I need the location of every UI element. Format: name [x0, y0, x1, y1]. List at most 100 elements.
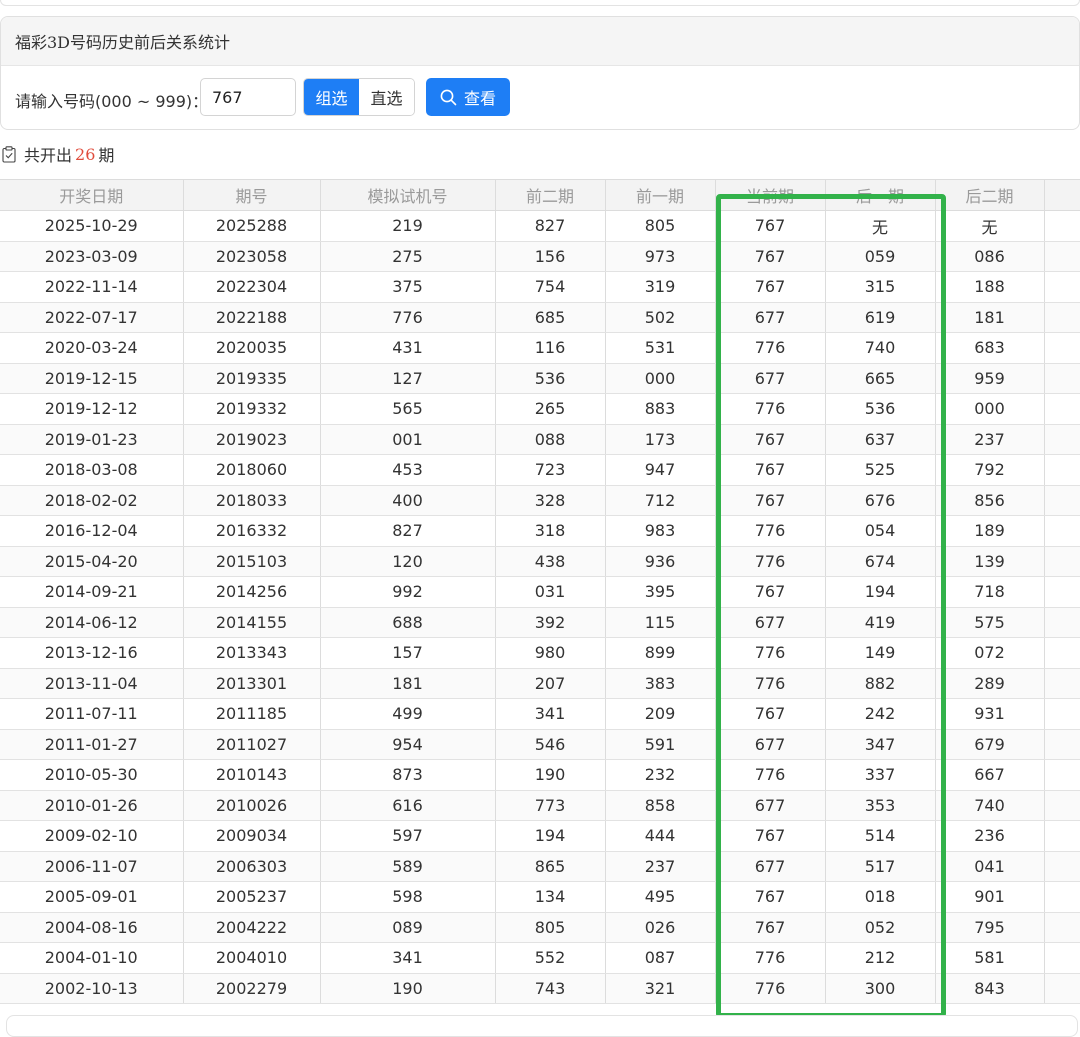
table-cell-overflow	[1044, 210, 1080, 242]
table-cell: 589	[320, 851, 496, 882]
table-row: 2013-12-16 2013343 157 980 899 776 149 072	[0, 637, 1080, 669]
col-header-draw-date[interactable]: 开奖日期	[0, 179, 184, 211]
table-cell: 776	[715, 973, 826, 1004]
table-cell: 321	[605, 973, 716, 1004]
table-cell: 120	[320, 546, 496, 577]
next-card-edge	[6, 1015, 1078, 1037]
table-cell: 054	[825, 515, 936, 547]
table-row: 2022-11-14 2022304 375 754 319 767 315 188	[0, 271, 1080, 303]
table-cell: 973	[605, 241, 716, 272]
table-cell: 2022-07-17	[0, 302, 184, 333]
table-cell: 591	[605, 729, 716, 760]
table-cell: 289	[935, 668, 1045, 699]
table-cell: 2014155	[183, 607, 321, 638]
direct-select-button[interactable]: 直选	[359, 79, 414, 115]
table-cell-overflow	[1044, 729, 1080, 760]
table-cell: 776	[320, 302, 496, 333]
table-cell: 674	[825, 546, 936, 577]
table-row: 2010-05-30 2010143 873 190 232 776 337 667	[0, 759, 1080, 791]
table-cell-overflow	[1044, 759, 1080, 791]
table-cell-overflow	[1044, 942, 1080, 974]
table-cell: 2023-03-09	[0, 241, 184, 272]
table-cell: 2018-03-08	[0, 454, 184, 486]
table-cell: 581	[935, 942, 1045, 974]
table-cell: 665	[825, 363, 936, 394]
table-row: 2011-07-11 2011185 499 341 209 767 242 931	[0, 698, 1080, 730]
table-cell-overflow	[1044, 454, 1080, 486]
table-cell: 2022304	[183, 271, 321, 303]
table-cell: 514	[825, 820, 936, 852]
table-cell: 237	[605, 851, 716, 882]
table-cell: 776	[715, 759, 826, 791]
table-cell: 776	[715, 942, 826, 974]
table-header-row: 开奖日期 期号 模拟试机号 前二期 前一期 当前期 后一期 后二期	[0, 179, 1080, 211]
col-header-test-number[interactable]: 模拟试机号	[320, 179, 496, 211]
table-row: 2014-06-12 2014155 688 392 115 677 419 575	[0, 607, 1080, 638]
table-cell: 677	[715, 607, 826, 638]
table-cell: 347	[825, 729, 936, 760]
table-cell: 2004010	[183, 942, 321, 974]
table-cell: 2013-12-16	[0, 637, 184, 669]
table-cell: 2013301	[183, 668, 321, 699]
table-cell: 2004-01-10	[0, 942, 184, 974]
table-cell: 188	[935, 271, 1045, 303]
col-header-prev-2[interactable]: 前二期	[495, 179, 606, 211]
table-cell: 438	[495, 546, 606, 577]
table-cell: 679	[935, 729, 1045, 760]
table-cell: 2019-01-23	[0, 424, 184, 455]
col-header-issue[interactable]: 期号	[183, 179, 321, 211]
table-cell: 517	[825, 851, 936, 882]
table-cell: 882	[825, 668, 936, 699]
col-header-overflow	[1044, 179, 1080, 211]
view-button[interactable]: 查看	[426, 78, 510, 116]
col-header-prev-1[interactable]: 前一期	[605, 179, 716, 211]
table-cell: 677	[715, 851, 826, 882]
table-cell: 2019335	[183, 363, 321, 394]
table-cell: 776	[715, 637, 826, 669]
number-input-label: 请输入号码(000 ~ 999)：	[15, 92, 209, 111]
table-cell: 754	[495, 271, 606, 303]
table-cell: 2020-03-24	[0, 332, 184, 364]
table-cell: 375	[320, 271, 496, 303]
table-cell: 265	[495, 393, 606, 425]
table-cell: 059	[825, 241, 936, 272]
table-cell-overflow	[1044, 393, 1080, 425]
table-cell: 2010-05-30	[0, 759, 184, 791]
col-header-current[interactable]: 当前期	[715, 179, 826, 211]
table-cell: 2013343	[183, 637, 321, 669]
table-row: 2009-02-10 2009034 597 194 444 767 514 236	[0, 820, 1080, 852]
table-cell: 341	[320, 942, 496, 974]
table-cell: 419	[825, 607, 936, 638]
table-cell: 883	[605, 393, 716, 425]
col-header-next-1[interactable]: 后一期	[825, 179, 936, 211]
table-cell-overflow	[1044, 424, 1080, 455]
table-cell: 072	[935, 637, 1045, 669]
table-cell: 767	[715, 454, 826, 486]
table-row: 2014-09-21 2014256 992 031 395 767 194 718	[0, 576, 1080, 608]
table-cell: 337	[825, 759, 936, 791]
panel-title: 福彩3D号码历史前后关系统计	[1, 17, 1079, 66]
table-cell: 2014-06-12	[0, 607, 184, 638]
col-header-next-2[interactable]: 后二期	[935, 179, 1045, 211]
table-cell: 2010143	[183, 759, 321, 791]
table-cell: 676	[825, 485, 936, 516]
table-cell: 2019023	[183, 424, 321, 455]
table-cell: 767	[715, 820, 826, 852]
table-cell: 683	[935, 332, 1045, 364]
table-cell: 899	[605, 637, 716, 669]
table-cell: 2002279	[183, 973, 321, 1004]
table-cell: 2019332	[183, 393, 321, 425]
table-cell: 212	[825, 942, 936, 974]
table-cell: 026	[605, 912, 716, 943]
group-select-button[interactable]: 组选	[304, 79, 359, 115]
table-cell: 2009-02-10	[0, 820, 184, 852]
table-cell: 2011185	[183, 698, 321, 730]
table-cell: 无	[825, 210, 936, 242]
table-cell: 181	[320, 668, 496, 699]
table-cell: 685	[495, 302, 606, 333]
table-cell: 190	[495, 759, 606, 791]
number-input[interactable]	[200, 78, 296, 116]
table-cell: 575	[935, 607, 1045, 638]
table-cell: 232	[605, 759, 716, 791]
table-cell: 395	[605, 576, 716, 608]
